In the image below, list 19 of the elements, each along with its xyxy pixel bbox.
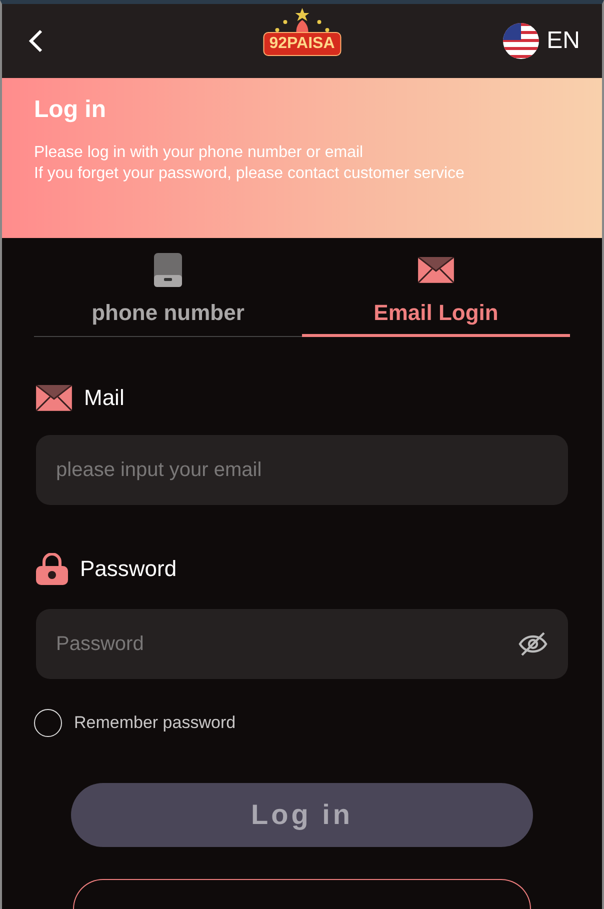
login-tab[interactable]: phone number bbox=[34, 248, 302, 337]
field-label: Mail bbox=[84, 385, 124, 411]
login-tab[interactable]: Email Login bbox=[302, 248, 570, 337]
envelope-icon bbox=[418, 257, 454, 283]
lock-icon bbox=[36, 553, 68, 585]
email-field[interactable]: please input your email bbox=[36, 435, 568, 505]
password-field[interactable]: Password bbox=[36, 609, 568, 679]
remember-radio[interactable] bbox=[34, 709, 62, 737]
instruction-text: Please log in with your phone number or email bbox=[34, 143, 364, 163]
logo-text: 92PAISA bbox=[263, 32, 341, 56]
envelope-icon bbox=[36, 385, 72, 411]
remember-label: Remember password bbox=[74, 713, 236, 733]
instruction-text: If you forget your password, please contact customer service bbox=[34, 164, 466, 184]
page-title: Log in bbox=[34, 96, 107, 124]
language-button[interactable]: EN bbox=[502, 23, 580, 59]
eye-slash-icon[interactable] bbox=[518, 631, 548, 657]
field-label: Password bbox=[80, 556, 177, 582]
phone-icon bbox=[154, 253, 182, 287]
back-button[interactable] bbox=[28, 29, 44, 53]
